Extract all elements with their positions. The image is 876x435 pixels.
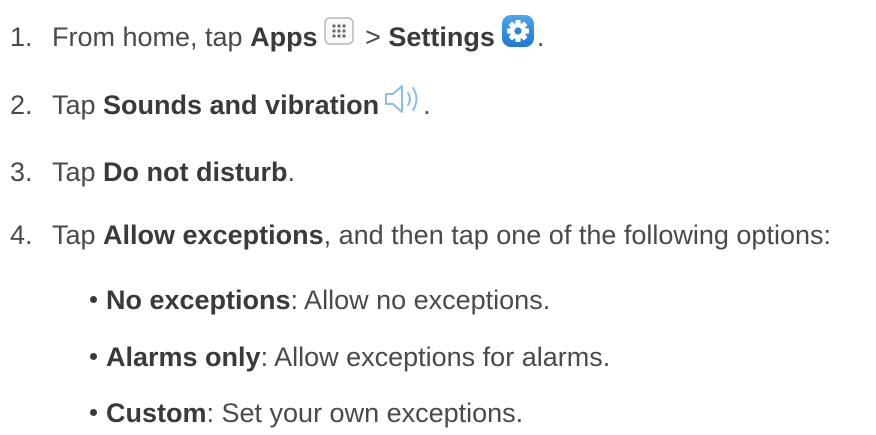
step-text: Tap [52, 90, 104, 120]
step-4: 4. Tap Allow exceptions, and then tap one… [10, 218, 831, 252]
option-label: Custom [106, 398, 207, 428]
allow-exceptions-label: Allow exceptions [103, 220, 324, 250]
step-2: 2. Tap Sounds and vibration . [10, 85, 431, 122]
step-text: From home, tap [52, 22, 251, 52]
step-text: , and then tap one of the following opti… [323, 220, 831, 250]
step-text: Tap [52, 220, 104, 250]
step-1: 1. From home, tap Apps > Settings . [10, 15, 545, 54]
option-custom: Custom: Set your own exceptions. [90, 396, 523, 430]
apps-grid-icon [323, 17, 354, 45]
do-not-disturb-label: Do not disturb [103, 157, 288, 187]
apps-label: Apps [250, 22, 318, 52]
step-number: 4. [10, 220, 33, 250]
bullet-dot [90, 409, 97, 417]
sounds-and-vibration-label: Sounds and vibration [103, 90, 380, 120]
bullet-dot [90, 296, 97, 304]
settings-label: Settings [388, 22, 495, 52]
settings-gear-icon [501, 14, 535, 48]
step-3: 3. Tap Do not disturb. [10, 155, 295, 189]
step-number: 1. [10, 22, 33, 52]
step-text: . [423, 90, 431, 120]
step-text: > [357, 22, 389, 52]
instructions-document: 1. From home, tap Apps > Settings . 2. T… [0, 0, 876, 435]
option-label: No exceptions [106, 285, 291, 315]
option-description: : Allow no exceptions. [290, 285, 551, 315]
step-text: Tap [52, 157, 104, 187]
step-number: 2. [10, 90, 33, 120]
speaker-icon [383, 82, 423, 116]
option-description: : Allow exceptions for alarms. [260, 342, 611, 372]
step-text: . [287, 157, 296, 187]
option-description: : Set your own exceptions. [206, 398, 524, 428]
option-alarms-only: Alarms only: Allow exceptions for alarms… [90, 340, 610, 374]
bullet-dot [90, 353, 97, 361]
option-label: Alarms only [106, 342, 261, 372]
option-no-exceptions: No exceptions: Allow no exceptions. [90, 283, 550, 317]
step-number: 3. [10, 157, 33, 187]
step-text: . [536, 22, 545, 52]
